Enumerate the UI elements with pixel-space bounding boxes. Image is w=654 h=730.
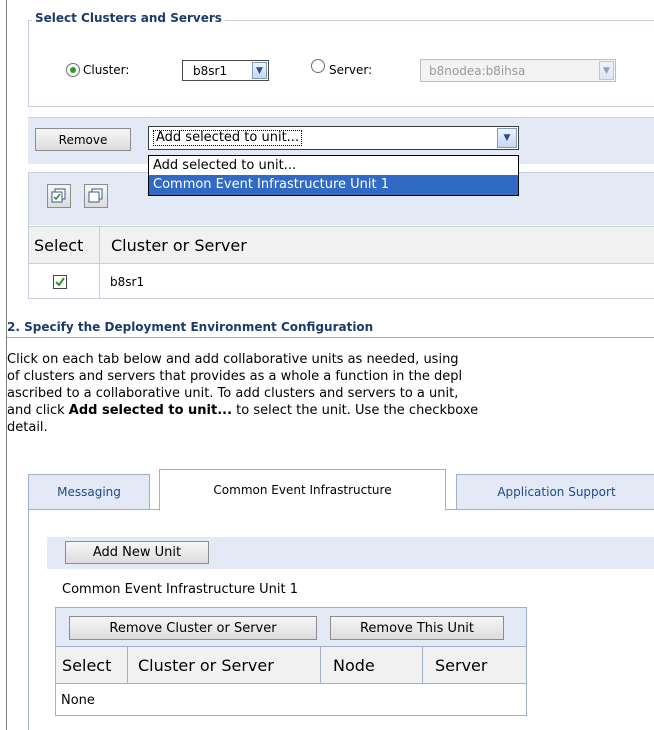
cluster-label: Cluster: <box>83 63 130 77</box>
col-divider <box>320 646 321 684</box>
dropdown-option[interactable]: Add selected to unit... <box>149 156 518 175</box>
remove-this-unit-button[interactable]: Remove This Unit <box>330 616 504 640</box>
cluster-select[interactable]: b8sr1 ▼ <box>182 60 269 81</box>
desc-line: ascribed to a collaborative unit. To add… <box>7 386 459 401</box>
server-label: Server: <box>329 63 373 77</box>
section2-title: 2. Specify the Deployment Environment Co… <box>7 320 374 334</box>
desc-line: detail. <box>7 420 48 435</box>
fieldset-title: Select Clusters and Servers <box>32 11 225 25</box>
header-select: Select <box>34 235 84 255</box>
unit-header-node: Node <box>333 655 375 675</box>
remove-button[interactable]: Remove <box>35 128 131 151</box>
cluster-radio[interactable] <box>66 63 80 77</box>
chevron-down-icon: ▼ <box>599 61 614 80</box>
chevron-down-icon: ▼ <box>497 128 517 148</box>
unit-select-value: Add selected to unit... <box>153 130 303 146</box>
unit-dropdown-list: Add selected to unit... Common Event Inf… <box>148 155 519 196</box>
row-cluster-name: b8sr1 <box>110 274 145 289</box>
chevron-down-icon: ▼ <box>252 62 267 79</box>
header-cluster-or-server: Cluster or Server <box>111 235 247 255</box>
desc-line: of clusters and servers that provides as… <box>7 369 463 384</box>
unit-table-empty: None <box>61 693 95 708</box>
cluster-select-value: b8sr1 <box>193 64 228 78</box>
col-divider <box>99 226 100 299</box>
unit-select[interactable]: Add selected to unit... ▼ <box>148 126 519 150</box>
desc-line: Click on each tab below and add collabor… <box>7 352 459 367</box>
row-checkbox[interactable] <box>53 275 67 289</box>
dropdown-option-selected[interactable]: Common Event Infrastructure Unit 1 <box>149 175 518 195</box>
server-select-value: b8nodea:b8ihsa <box>429 64 526 78</box>
unit-name: Common Event Infrastructure Unit 1 <box>62 582 299 597</box>
select-all-icon[interactable] <box>47 184 71 208</box>
tab-content <box>28 510 29 730</box>
col-divider <box>127 646 128 684</box>
unit-header-server: Server <box>435 655 488 675</box>
server-radio[interactable] <box>311 59 325 73</box>
add-new-unit-button[interactable]: Add New Unit <box>65 541 209 564</box>
desc-line: and click Add selected to unit... to sel… <box>7 403 479 418</box>
remove-cluster-or-server-button[interactable]: Remove Cluster or Server <box>69 616 317 640</box>
tab-common-event-infrastructure[interactable]: Common Event Infrastructure <box>159 469 446 511</box>
tab-application-support[interactable]: Application Support <box>456 474 654 510</box>
unit-header-select: Select <box>62 655 112 675</box>
deselect-all-icon[interactable] <box>84 184 108 208</box>
server-select[interactable]: b8nodea:b8ihsa ▼ <box>420 59 616 82</box>
col-divider <box>422 646 423 684</box>
unit-header-cluster-or-server: Cluster or Server <box>138 655 274 675</box>
section2-description: Click on each tab below and add collabor… <box>7 351 654 436</box>
tab-messaging[interactable]: Messaging <box>28 474 150 510</box>
section2-rule <box>7 337 654 338</box>
